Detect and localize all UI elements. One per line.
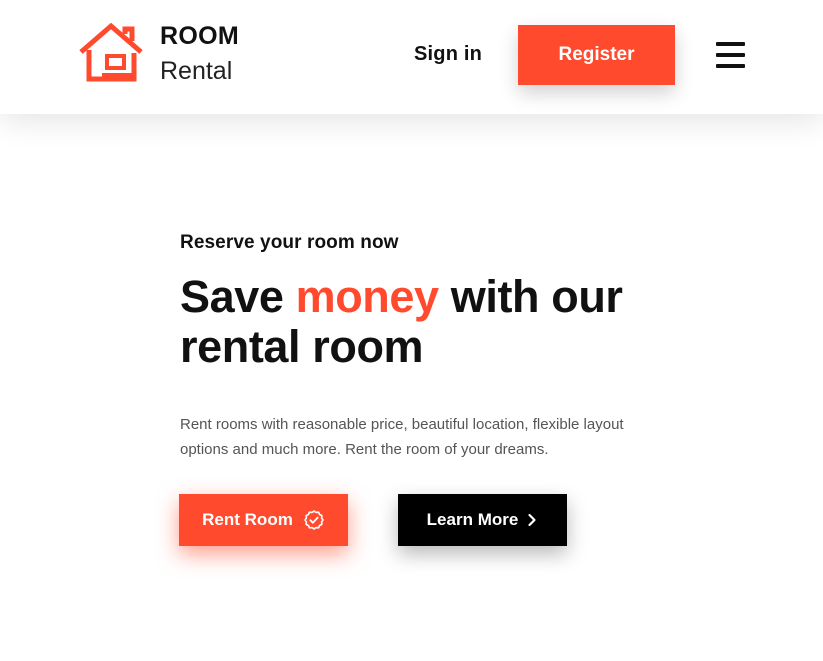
logo-text: ROOM Rental <box>160 22 280 84</box>
hero-headline: Save money with our rental room <box>180 272 650 372</box>
logo-subtitle: Rental <box>160 57 233 85</box>
headline-accent: money <box>295 271 439 322</box>
menu-line <box>716 53 745 57</box>
hero-section: Reserve your room now Save money with ou… <box>180 232 650 462</box>
learn-more-label: Learn More <box>426 510 519 529</box>
headline-part-1: Save <box>180 271 296 322</box>
register-button[interactable]: Register <box>518 25 675 85</box>
menu-line <box>716 64 745 68</box>
rent-room-button[interactable]: Rent Room <box>179 494 348 546</box>
logo-title: ROOM <box>160 22 239 50</box>
rent-room-label: Rent Room <box>202 510 293 529</box>
menu-line <box>716 42 745 46</box>
verified-badge-icon <box>303 509 325 531</box>
sign-in-link[interactable]: Sign in <box>414 43 482 66</box>
hero-eyebrow: Reserve your room now <box>180 232 399 253</box>
learn-more-button[interactable]: Learn More <box>398 494 567 546</box>
house-icon <box>79 22 143 82</box>
hamburger-menu-icon[interactable] <box>716 42 746 68</box>
chevron-right-icon <box>526 513 538 527</box>
logo[interactable]: ROOM Rental <box>78 22 239 84</box>
hero-description: Rent rooms with reasonable price, beauti… <box>180 416 624 458</box>
site-header: ROOM Rental Sign in Register <box>0 0 823 114</box>
